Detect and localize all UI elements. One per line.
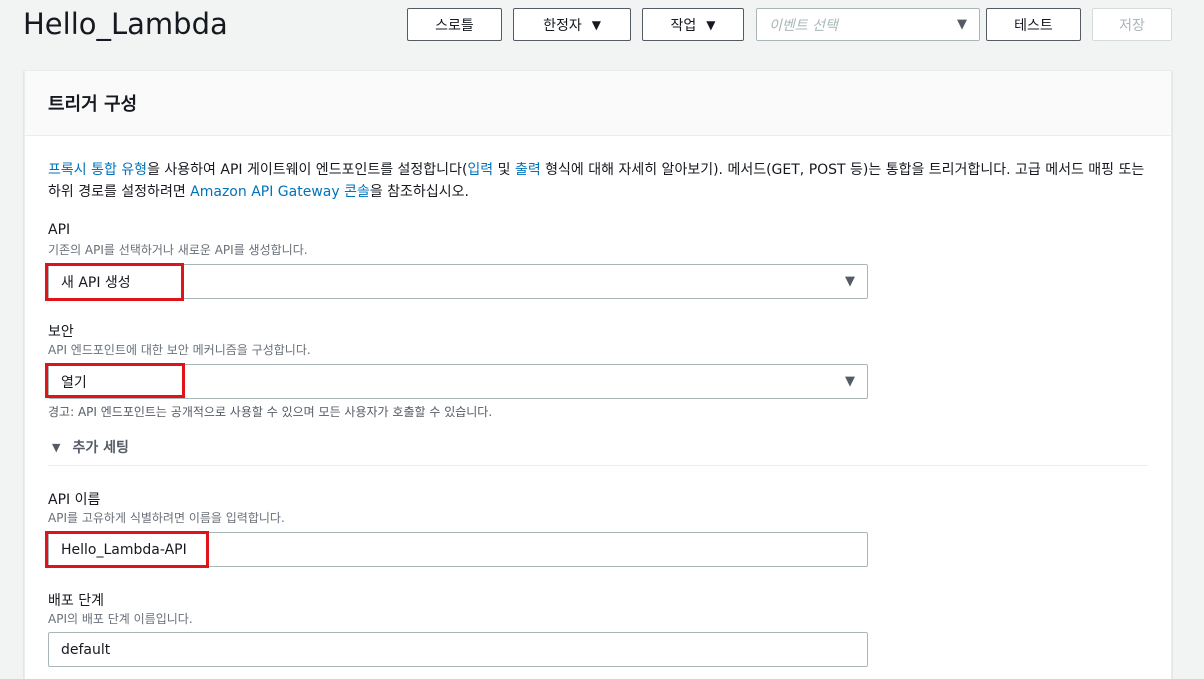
output-format-link[interactable]: 출력 (515, 162, 541, 178)
test-event-select[interactable]: 이벤트 선택 ▼ (756, 8, 980, 41)
caret-down-icon: ▼ (845, 374, 855, 389)
desc-text-4: 을 참조하십시오. (369, 184, 469, 200)
actions-label: 작업 (670, 17, 697, 34)
event-select-placeholder: 이벤트 선택 (769, 17, 838, 34)
qualifier-dropdown[interactable]: 한정자 ▼ (513, 8, 631, 41)
api-name-input[interactable]: Hello_Lambda-API (48, 532, 868, 567)
security-hint: API 엔드포인트에 대한 보안 메커니즘을 구성합니다. (48, 343, 311, 357)
save-button[interactable]: 저장 (1092, 8, 1172, 41)
additional-settings-toggle[interactable]: ▼ 추가 세팅 (52, 437, 129, 457)
test-label: 테스트 (1014, 17, 1053, 34)
stage-label: 배포 단계 (48, 593, 104, 609)
api-name-value: Hello_Lambda-API (61, 541, 187, 558)
divider (48, 465, 1148, 466)
qualifier-label: 한정자 (543, 17, 582, 34)
throttle-label: 스로틀 (435, 17, 474, 34)
actions-dropdown[interactable]: 작업 ▼ (642, 8, 744, 41)
panel-description: 프록시 통합 유형을 사용하여 API 게이트웨이 엔드포인트를 설정합니다(입… (48, 159, 1148, 203)
api-select[interactable]: 새 API 생성 ▼ (48, 264, 868, 299)
api-hint: 기존의 API를 선택하거나 새로운 API를 생성합니다. (48, 243, 308, 257)
security-select-value: 열기 (61, 374, 87, 391)
caret-down-icon: ▼ (706, 17, 716, 32)
caret-down-icon: ▼ (957, 17, 967, 32)
security-label: 보안 (48, 324, 74, 340)
desc-text-2: 및 (493, 162, 515, 178)
save-label: 저장 (1119, 17, 1145, 34)
stage-hint: API의 배포 단계 이름입니다. (48, 612, 193, 626)
caret-down-icon: ▼ (591, 17, 601, 32)
additional-settings-label: 추가 세팅 (72, 440, 129, 456)
stage-input[interactable]: default (48, 632, 868, 667)
page-title: Hello_Lambda (23, 7, 228, 41)
proxy-integration-link[interactable]: 프록시 통합 유형 (48, 162, 147, 178)
api-select-value: 새 API 생성 (61, 274, 131, 291)
api-name-label: API 이름 (48, 492, 101, 508)
api-label: API (48, 222, 71, 238)
throttle-button[interactable]: 스로틀 (407, 8, 502, 41)
caret-down-icon: ▼ (845, 274, 855, 289)
api-name-hint: API를 고유하게 식별하려면 이름을 입력합니다. (48, 511, 285, 525)
stage-value: default (61, 641, 111, 658)
input-format-link[interactable]: 입력 (467, 162, 493, 178)
api-gateway-console-link[interactable]: Amazon API Gateway 콘솔 (190, 184, 370, 200)
security-warning: 경고: API 엔드포인트는 공개적으로 사용할 수 있으며 모든 사용자가 호… (48, 405, 493, 419)
trigger-config-panel: 트리거 구성 프록시 통합 유형을 사용하여 API 게이트웨이 엔드포인트를 … (24, 70, 1172, 679)
desc-text-1: 을 사용하여 API 게이트웨이 엔드포인트를 설정합니다( (147, 162, 468, 178)
panel-title: 트리거 구성 (48, 94, 138, 115)
panel-header: 트리거 구성 (25, 71, 1171, 136)
security-select[interactable]: 열기 ▼ (48, 364, 868, 399)
triangle-down-icon: ▼ (52, 440, 61, 454)
test-button[interactable]: 테스트 (986, 8, 1081, 41)
